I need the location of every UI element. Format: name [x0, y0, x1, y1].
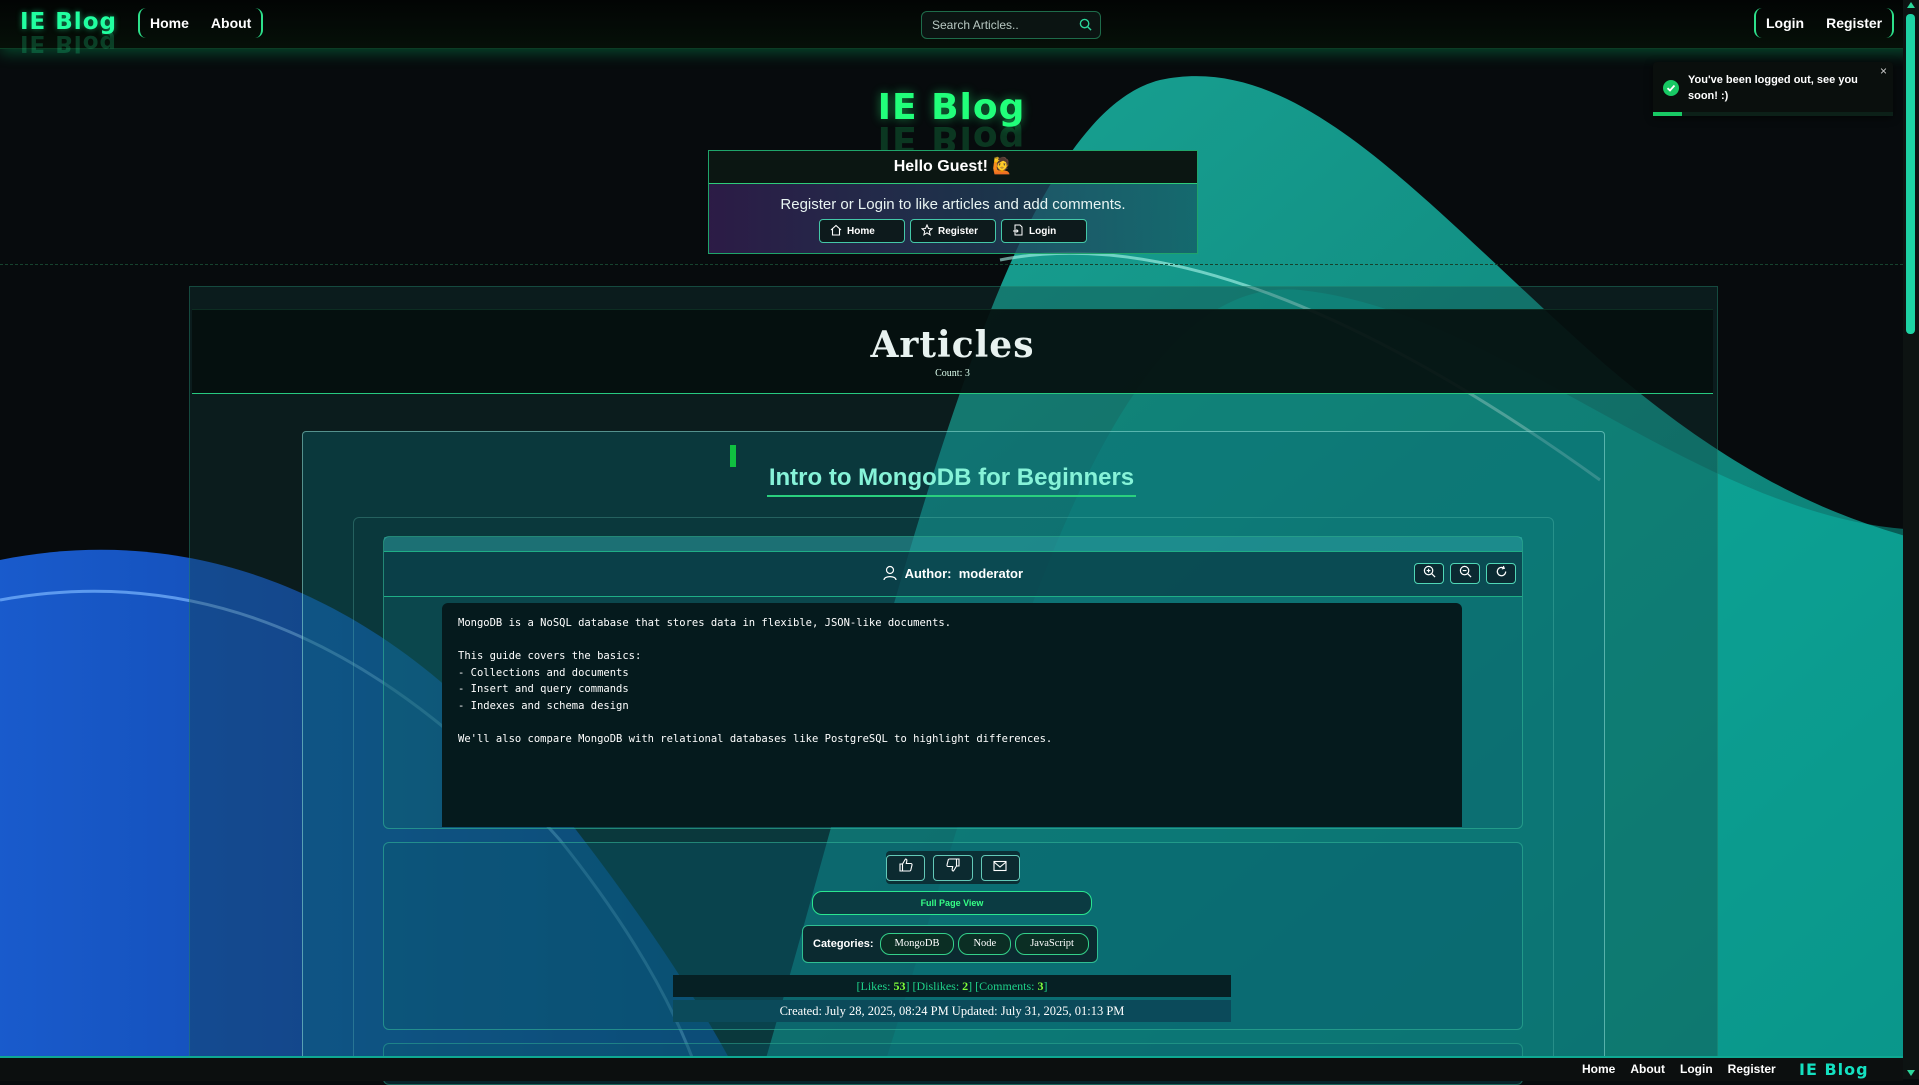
articles-count: Count: 3 — [935, 368, 970, 379]
star-icon — [920, 223, 934, 239]
search-box — [921, 11, 1101, 39]
scroll-down-arrow-icon[interactable] — [1907, 1070, 1915, 1076]
zoom-out-button[interactable] — [1450, 563, 1480, 584]
category-chip[interactable]: MongoDB — [879, 933, 955, 955]
category-chip[interactable]: Node — [958, 933, 1012, 955]
articles-header: Articles Count: 3 — [192, 309, 1713, 394]
greet-home-button[interactable]: Home — [819, 219, 905, 243]
nav-about-link[interactable]: About — [211, 15, 251, 31]
category-chip[interactable]: JavaScript — [1015, 933, 1089, 955]
thumbs-up-icon — [899, 858, 913, 877]
categories-box: Categories: MongoDB Node JavaScript — [802, 925, 1098, 963]
zoom-in-button[interactable] — [1414, 563, 1444, 584]
article-title-wrap: Intro to MongoDB for Beginners — [0, 464, 1903, 497]
footer-home-link[interactable]: Home — [1582, 1062, 1615, 1076]
search-input[interactable] — [922, 17, 1074, 33]
logout-toast: You've been logged out, see you soon! :)… — [1653, 62, 1893, 116]
page-title: IE Blog — [877, 87, 1026, 128]
dislike-button[interactable] — [933, 854, 973, 881]
article-dates: Created: July 28, 2025, 08:24 PM Updated… — [673, 1000, 1231, 1022]
reaction-buttons — [886, 851, 1020, 884]
comments-label: ] [Comments: — [968, 979, 1035, 993]
author-line: Author: moderator — [384, 565, 1522, 584]
home-icon — [830, 224, 842, 239]
content-box-strip — [384, 537, 1522, 551]
greeting-heading: Hello Guest! 🙋 — [709, 151, 1197, 184]
brand-logo[interactable]: IE Blog — [20, 9, 117, 35]
article-stats: [Likes: 53] [Dislikes: 2] [Comments: 3] — [673, 975, 1231, 997]
page-scrollbar[interactable] — [1903, 0, 1919, 1079]
nav-register-link[interactable]: Register — [1826, 15, 1882, 31]
categories-label: Categories: — [813, 938, 874, 950]
comment-mail-button[interactable] — [980, 854, 1020, 881]
thumbs-down-icon — [946, 858, 960, 877]
dislikes-label: ] [Dislikes: — [905, 979, 960, 993]
footer-register-link[interactable]: Register — [1728, 1062, 1776, 1076]
like-button[interactable] — [886, 854, 926, 881]
footer: Home About Login Register IE Blog — [0, 1056, 1903, 1081]
likes-count: 53 — [893, 979, 906, 993]
zoom-out-icon — [1459, 565, 1472, 583]
article-title[interactable]: Intro to MongoDB for Beginners — [766, 464, 1137, 497]
greet-login-label: Login — [1029, 225, 1057, 237]
section-divider — [0, 264, 1903, 265]
greet-register-label: Register — [938, 225, 979, 237]
user-icon — [883, 565, 897, 584]
footer-links: Home About Login Register — [1582, 1062, 1776, 1076]
toast-progress — [1653, 112, 1893, 116]
login-doc-icon — [1012, 224, 1024, 239]
check-circle-icon — [1663, 80, 1679, 101]
likes-label: [Likes: — [856, 979, 891, 993]
greeting-buttons: Home Register Login — [709, 219, 1197, 243]
main-nav: Home About — [138, 8, 264, 38]
article-body: MongoDB is a NoSQL database that stores … — [442, 603, 1462, 827]
greet-login-button[interactable]: Login — [1001, 219, 1087, 243]
author-bar: Author: moderator — [384, 551, 1522, 597]
nav-login-link[interactable]: Login — [1766, 15, 1804, 31]
greeting-message: Register or Login to like articles and a… — [780, 196, 1126, 213]
scroll-up-arrow-icon[interactable] — [1907, 2, 1915, 8]
footer-login-link[interactable]: Login — [1680, 1062, 1713, 1076]
stats-close-bracket: ] — [1043, 979, 1048, 993]
article-content-box: Author: moderator MongoDB is a NoSQL dat… — [383, 536, 1523, 829]
footer-brand[interactable]: IE Blog — [1799, 1060, 1869, 1079]
auth-nav: Login Register — [1754, 8, 1895, 38]
greet-register-button[interactable]: Register — [910, 219, 996, 243]
full-page-view-button[interactable]: Full Page View — [812, 891, 1092, 915]
zoom-in-icon — [1423, 565, 1436, 583]
greet-home-label: Home — [847, 225, 875, 237]
author-name: moderator — [958, 565, 1024, 581]
toast-close-button[interactable]: × — [1880, 64, 1887, 78]
zoom-reset-button[interactable] — [1486, 563, 1516, 584]
guest-greeting-card: Hello Guest! 🙋 Register or Login to like… — [708, 150, 1198, 254]
reset-icon — [1495, 565, 1508, 583]
articles-title: Articles — [870, 324, 1035, 366]
scroll-thumb[interactable] — [1906, 14, 1915, 334]
article-actions-box: Full Page View Categories: MongoDB Node … — [383, 842, 1523, 1030]
author-label: Author: — [904, 565, 952, 581]
zoom-controls — [1414, 563, 1516, 584]
top-navbar: IE Blog IE Blog Home About Login Registe… — [0, 0, 1919, 56]
nav-home-link[interactable]: Home — [150, 15, 189, 31]
toast-message: You've been logged out, see you soon! :) — [1688, 74, 1858, 102]
search-icon[interactable] — [1079, 18, 1092, 36]
toast-progress-fill — [1653, 112, 1682, 116]
footer-about-link[interactable]: About — [1630, 1062, 1665, 1076]
mail-icon — [993, 859, 1007, 877]
